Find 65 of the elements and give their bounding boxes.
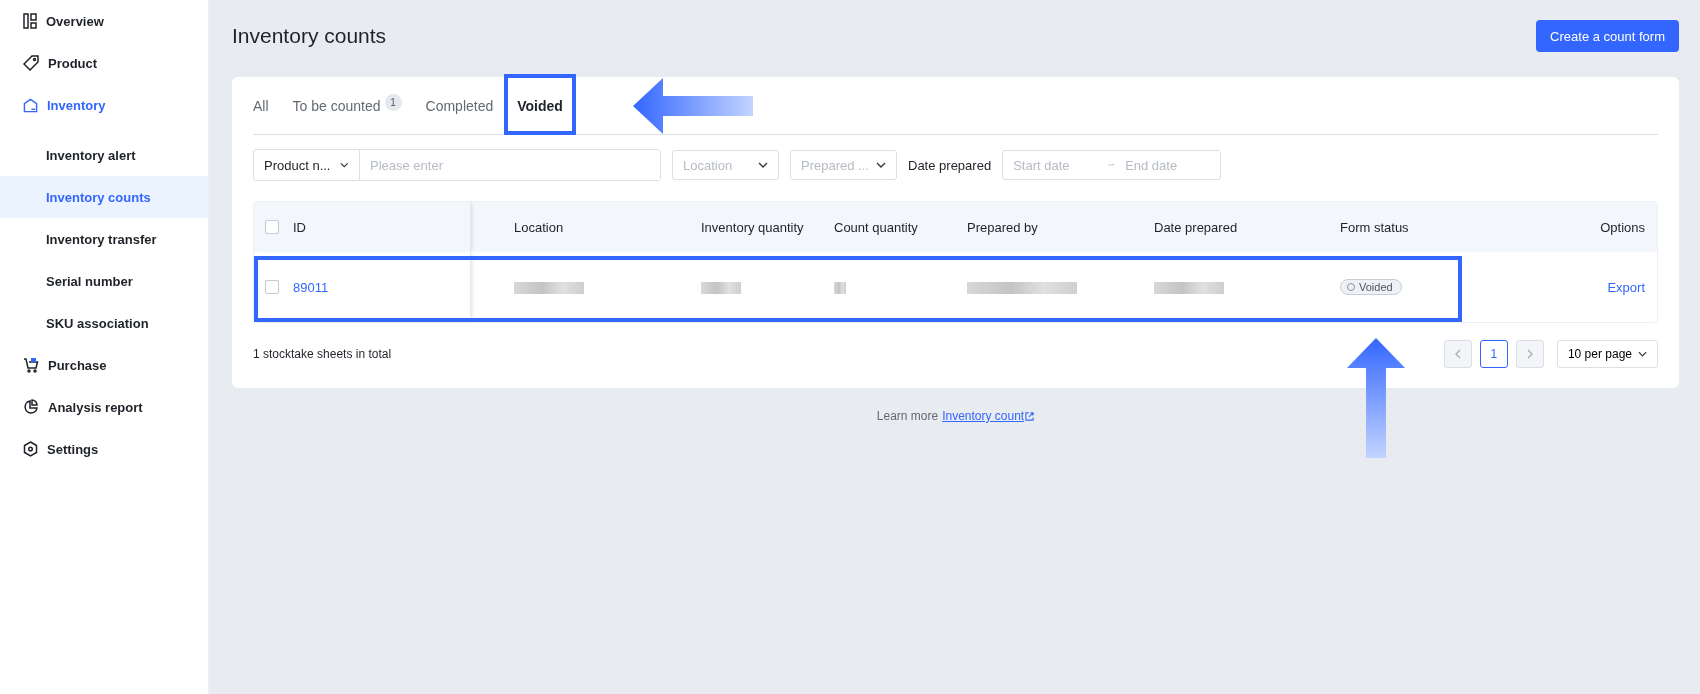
nav-label: Analysis report: [48, 399, 143, 415]
pie-chart-icon: [23, 399, 39, 415]
nav-subitem[interactable]: SKU association: [0, 302, 208, 344]
nav-subitem[interactable]: Serial number: [0, 260, 208, 302]
nav-item[interactable]: Overview: [0, 0, 208, 42]
column-header: Count quantity: [833, 219, 919, 235]
nav-item[interactable]: Inventory: [0, 84, 208, 126]
export-link[interactable]: Export: [1607, 279, 1645, 295]
layout-icon: [23, 13, 37, 29]
redacted-value: [834, 282, 846, 295]
chevron-down-icon: [1638, 351, 1647, 357]
settings-icon: [23, 441, 38, 457]
help-text: Learn more: [876, 409, 939, 423]
chevron-left-icon: [1454, 349, 1461, 359]
redacted-value: [514, 282, 584, 295]
nav-label: Inventory: [47, 97, 106, 113]
next-page-button[interactable]: [1515, 340, 1544, 368]
column-header: Form status: [1339, 219, 1410, 235]
chevron-down-icon: [340, 162, 349, 168]
page-size-select[interactable]: 10 per page: [1556, 340, 1658, 368]
nav-label: Product: [48, 55, 98, 71]
checkbox[interactable]: [265, 280, 279, 294]
column-header: Location: [513, 219, 565, 235]
date-range-field[interactable]: Start date End date: [1002, 150, 1222, 180]
inventory-count-link[interactable]: Inventory count: [942, 409, 1035, 423]
date-label: Date prepared: [908, 157, 992, 173]
nav-label: Purchase: [48, 357, 107, 373]
chevron-down-icon: [758, 162, 768, 168]
nav-subitem[interactable]: Inventory transfer: [0, 218, 208, 260]
create-count-form-button[interactable]: Create a count form: [1536, 20, 1679, 52]
search-field[interactable]: Product n... Please enter: [253, 149, 661, 181]
arrow-right-icon: [1108, 162, 1116, 168]
page-button[interactable]: 1: [1479, 340, 1508, 368]
page-title: Inventory counts: [232, 24, 387, 48]
tab[interactable]: All: [253, 77, 281, 134]
checkbox[interactable]: [265, 220, 279, 234]
house-icon: [23, 97, 38, 113]
count-badge: 1: [384, 94, 402, 111]
nav-label: Settings: [47, 441, 99, 457]
nav-item[interactable]: Purchase: [0, 344, 208, 386]
column-header: Prepared by: [966, 219, 1039, 235]
previous-page-button[interactable]: [1443, 340, 1472, 368]
column-header: Options: [1599, 219, 1646, 235]
nav-item[interactable]: Product: [0, 42, 208, 84]
redacted-value: [701, 282, 741, 295]
id-link[interactable]: 89011: [293, 279, 329, 295]
nav-item[interactable]: Settings: [0, 428, 208, 470]
tag-icon: [23, 55, 39, 71]
cart-icon: [23, 357, 39, 373]
tab[interactable]: Completed: [413, 77, 506, 134]
tab[interactable]: Voided: [505, 77, 575, 134]
redacted-value: [1154, 282, 1224, 295]
column-header: Date prepared: [1153, 219, 1239, 235]
chevron-right-icon: [1526, 349, 1533, 359]
chevron-down-icon: [876, 162, 886, 168]
column-header: Inventory quantity: [700, 219, 805, 235]
column-header: ID: [293, 219, 306, 235]
tab[interactable]: To be counted 1: [280, 77, 414, 134]
nav-subitem[interactable]: Inventory counts: [0, 176, 208, 218]
status-tag: Voided: [1340, 279, 1402, 295]
nav-label: Overview: [46, 13, 104, 29]
total-count: 1 stocktake sheets in total: [253, 347, 392, 361]
external-link-icon: [1025, 411, 1035, 421]
nav-item[interactable]: Analysis report: [0, 386, 208, 428]
nav-subitem[interactable]: Inventory alert: [0, 134, 208, 176]
